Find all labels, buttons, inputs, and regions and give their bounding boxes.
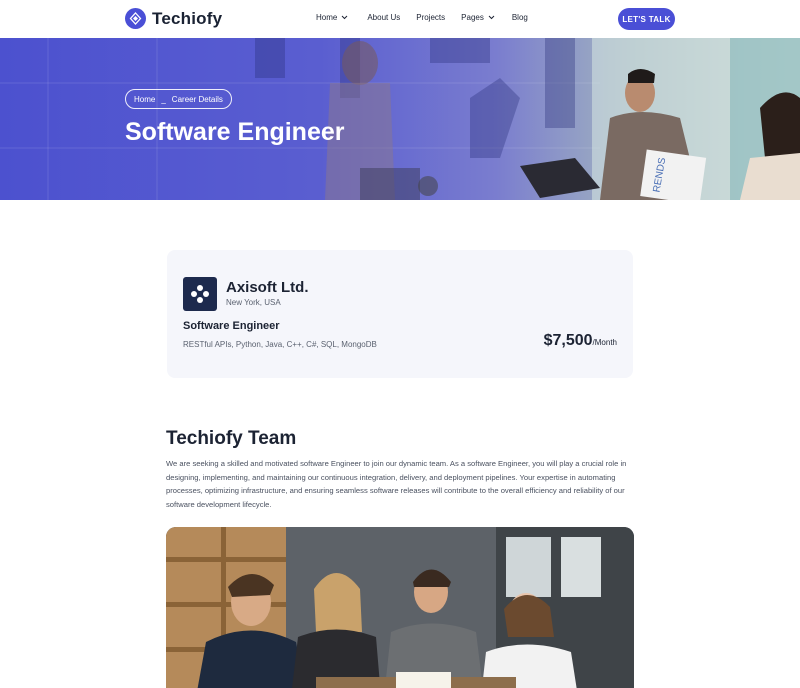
company-location: New York, USA — [226, 298, 281, 307]
main-nav: Home About Us Projects Pages Blog — [316, 13, 528, 22]
job-title: Software Engineer — [183, 320, 280, 332]
lets-talk-button[interactable]: LET'S TALK — [618, 8, 675, 30]
job-skills: RESTful APIs, Python, Java, C++, C#, SQL… — [183, 340, 377, 349]
breadcrumb-home[interactable]: Home — [134, 95, 155, 104]
company-logo-icon — [191, 285, 209, 303]
hero-office-photo: RENDS — [0, 38, 800, 200]
salary-unit: /Month — [592, 338, 617, 347]
nav-pages-label: Pages — [461, 13, 484, 22]
chevron-down-icon — [488, 15, 495, 20]
team-heading: Techiofy Team — [166, 428, 297, 449]
nav-pages[interactable]: Pages — [461, 13, 495, 22]
nav-home[interactable]: Home — [316, 13, 348, 22]
company-name: Axisoft Ltd. — [226, 279, 309, 296]
job-summary-card: Axisoft Ltd. New York, USA Software Engi… — [167, 250, 633, 378]
nav-projects[interactable]: Projects — [416, 13, 445, 22]
page-title: Software Engineer — [125, 118, 345, 146]
nav-about-label: About Us — [367, 13, 401, 22]
nav-blog[interactable]: Blog — [512, 13, 528, 22]
nav-projects-label: Projects — [416, 13, 446, 22]
logo-icon — [125, 8, 146, 29]
chevron-down-icon — [341, 15, 348, 20]
company-logo — [183, 277, 217, 311]
breadcrumb: Home _ Career Details — [125, 89, 232, 109]
breadcrumb-separator: _ — [161, 94, 166, 104]
breadcrumb-current: Career Details — [171, 94, 223, 104]
nav-blog-label: Blog — [511, 13, 528, 22]
team-meeting-image — [166, 527, 634, 688]
salary-amount: $7,500 — [543, 332, 593, 349]
page-hero: RENDS Home _ Career Details Software Eng… — [0, 38, 800, 200]
brand-name: Techiofy — [152, 8, 223, 28]
brand-logo[interactable]: Techiofy — [125, 8, 222, 29]
nav-home-label: Home — [316, 13, 338, 22]
salary: $7,500 /Month — [544, 332, 617, 350]
team-photo — [166, 527, 634, 688]
nav-about[interactable]: About Us — [367, 13, 400, 22]
site-header: Techiofy Home About Us Projects Pages Bl… — [0, 0, 800, 38]
team-description: We are seeking a skilled and motivated s… — [166, 459, 627, 509]
